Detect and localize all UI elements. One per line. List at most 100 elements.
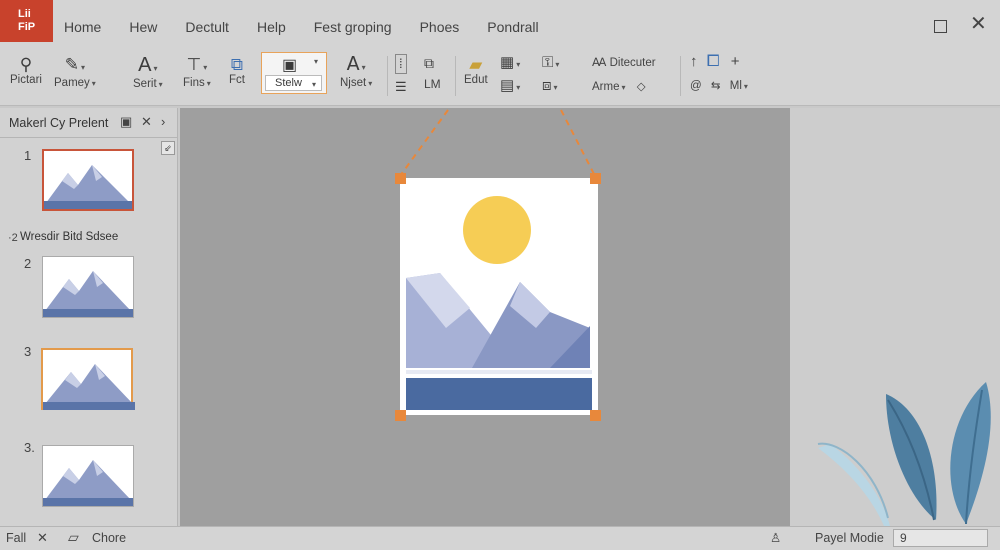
side-pane — [790, 108, 1000, 526]
menu-dectult[interactable]: Dectult — [185, 19, 229, 35]
layout-icon: ▣ — [282, 57, 298, 74]
maximize-icon[interactable] — [934, 20, 947, 33]
slide-view-icon[interactable]: ▣ — [120, 114, 132, 130]
mountain-thumb — [44, 165, 132, 209]
status-left-label: Fall — [6, 531, 27, 545]
edut-button[interactable]: ▰ Edut — [464, 55, 488, 87]
pictari-label: Pictari — [10, 74, 42, 86]
app-logo-line2: FiP — [18, 21, 36, 33]
lm-tool[interactable]: ⧉ LM — [424, 54, 441, 91]
mountain-thumb — [43, 271, 133, 317]
pamey-button[interactable]: ✎ ▾ Pamey ▾ — [54, 55, 96, 90]
folder-icon: ▰ — [469, 55, 483, 74]
fins-button[interactable]: ⊤ ▾ Fins ▾ — [183, 55, 211, 90]
image-edit-icon: ⧉ — [230, 55, 244, 74]
fins-label: Fins — [183, 77, 205, 89]
zoom-value: 9 — [900, 531, 907, 545]
menu-pondrall[interactable]: Pondrall — [487, 19, 538, 35]
menu-home[interactable]: Home — [64, 19, 101, 35]
pamey-label: Pamey — [54, 77, 90, 89]
section-number: ·2 — [8, 232, 18, 244]
ditecuter-icon: Ꜳ — [592, 57, 607, 69]
close-panel-icon[interactable]: ✕ — [37, 530, 48, 546]
extra-tools[interactable]: ↑ ⧠ + — [690, 53, 739, 71]
group-icon: ⧈ ▾ — [542, 77, 558, 94]
njset-label: Njset — [340, 77, 367, 89]
mountain-thumb — [43, 460, 133, 506]
list-icon: ☰ — [395, 79, 407, 94]
slide-panel-header: Makerl Cy Prelent ▣ ✕ › — [0, 108, 178, 138]
menu-bar: Home Hew Dectult Help Fest groping Phoes… — [64, 19, 567, 35]
slide-number: 3 — [24, 344, 32, 359]
swap-icon: ⇆ — [710, 80, 721, 92]
notes-button[interactable]: Chore — [92, 531, 126, 545]
ditecuter-label: Ditecuter — [609, 57, 656, 69]
fct-label: Fct — [229, 74, 245, 86]
pin-icon[interactable]: ⇙ — [161, 141, 175, 155]
attach-icon: @ — [690, 80, 702, 92]
plus-icon: + — [730, 53, 740, 70]
menu-phoes[interactable]: Phoes — [420, 19, 460, 35]
lock-icon: ⚿ ▾ — [542, 54, 560, 71]
text-style-icon: ꓮ ▾ — [346, 54, 366, 75]
slide-thumbnail-4[interactable] — [42, 445, 134, 507]
extra-tools-row2[interactable]: @ ⇆ Ml ▾ — [690, 78, 748, 92]
accessibility-icon[interactable]: ♙ — [770, 530, 781, 545]
landscape-illustration — [406, 196, 592, 410]
slide-canvas[interactable] — [180, 108, 790, 526]
styles-gallery[interactable]: ▣ ▾ Stelw ▾ — [261, 52, 327, 94]
app-logo-line1: Lii — [18, 8, 31, 20]
serit-label: Serit — [133, 78, 157, 90]
slide-thumbnail-2[interactable] — [42, 256, 134, 318]
menu-help[interactable]: Help — [257, 19, 286, 35]
resize-handle-top-left[interactable] — [395, 173, 406, 184]
app-logo[interactable]: Lii FiP — [0, 0, 53, 42]
pictari-button[interactable]: ⚲ Pictari — [10, 55, 42, 87]
panel-close-icon[interactable]: ✕ — [141, 114, 152, 130]
slide-panel-title: Makerl Cy Prelent — [9, 116, 109, 130]
ribbon-toolbar: ⚲ Pictari ✎ ▾ Pamey ▾ A ▾ Serit ▾ ⊤ ▾ Fins ▾ ⧉… — [0, 50, 1000, 106]
slide-thumbnail-3[interactable] — [41, 348, 135, 410]
serit-button[interactable]: A ▾ Serit ▾ — [133, 55, 163, 90]
menu-fest-groping[interactable]: Fest groping — [314, 19, 392, 35]
resize-handle-top-right[interactable] — [590, 173, 601, 184]
ml-label: Ml — [729, 80, 742, 92]
table-icon: ▤ ▾ — [500, 77, 521, 94]
arme-label: Arme — [592, 81, 620, 93]
slide-number: 3. — [24, 440, 35, 455]
paragraph-icon: ⊤ ▾ — [186, 55, 208, 74]
slide-number: 1 — [24, 148, 32, 163]
zoom-field[interactable]: 9 — [893, 529, 988, 547]
copy-icon: ⧉ — [424, 55, 434, 71]
resize-handle-bottom-left[interactable] — [395, 410, 406, 421]
title-bar: Lii FiP Home Hew Dectult Help Fest gropi… — [0, 0, 1000, 50]
slide-number: 2 — [24, 256, 32, 271]
align-icon: ⁞ — [395, 54, 407, 74]
edut-label: Edut — [464, 74, 488, 86]
grid-tool[interactable]: ▦ ▾ ▤ ▾ — [500, 54, 520, 97]
brush-icon: ✎ ▾ — [64, 55, 86, 74]
crop-icon: ⧠ — [706, 53, 720, 70]
arrow-up-icon: ↑ — [690, 53, 698, 70]
section-label[interactable]: Wresdir Bitd Sdsee — [20, 231, 118, 243]
align-tool[interactable]: ⁞ ☰ — [395, 54, 407, 96]
notes-icon[interactable]: ▱ — [68, 529, 79, 546]
close-icon[interactable]: ✕ — [970, 14, 988, 34]
mountain-thumb — [43, 364, 135, 410]
slide-thumbnail-1[interactable] — [42, 149, 134, 211]
selected-picture[interactable] — [400, 178, 598, 415]
njset-button[interactable]: ꓮ ▾ Njset ▾ — [340, 54, 372, 89]
ditecuter-tool[interactable]: Ꜳ Ditecuter — [592, 55, 656, 69]
menu-hew[interactable]: Hew — [129, 19, 157, 35]
chevron-right-icon[interactable]: › — [161, 114, 165, 129]
leaf-decoration — [817, 382, 991, 526]
resize-handle-bottom-right[interactable] — [590, 410, 601, 421]
view-mode-label[interactable]: Payel Modie — [815, 531, 884, 545]
styles-dropdown[interactable]: Stelw ▾ — [265, 75, 322, 91]
fct-button[interactable]: ⧉ Fct — [229, 55, 245, 87]
lm-label: LM — [424, 77, 441, 91]
person-icon: ⚲ — [19, 55, 33, 74]
arrange-tool[interactable]: ⚿ ▾ ⧈ ▾ — [542, 54, 559, 97]
status-bar: Fall ✕ ▱ Chore ♙ Payel Modie 9 — [0, 526, 1000, 550]
arme-tool[interactable]: Arme ▾ ◇ — [592, 79, 646, 93]
